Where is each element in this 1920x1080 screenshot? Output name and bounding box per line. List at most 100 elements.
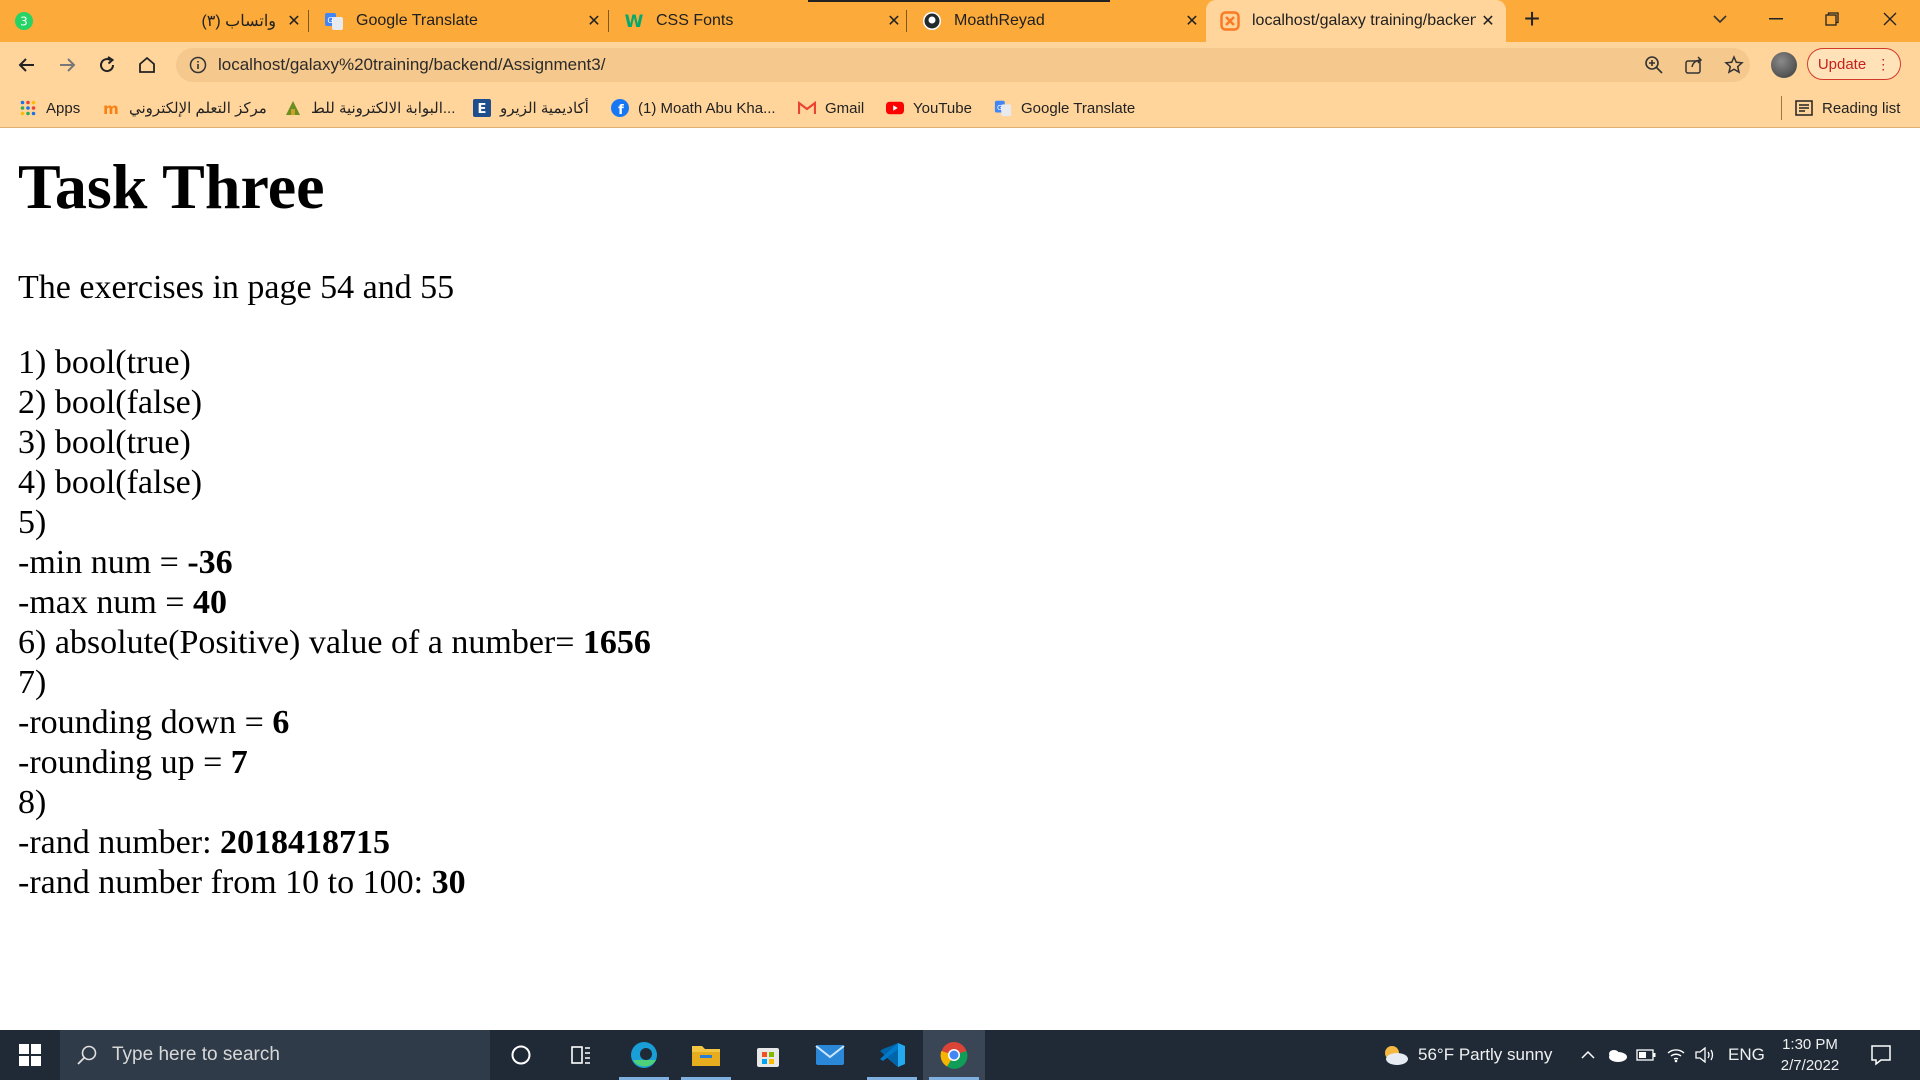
- bookmark-label: Gmail: [825, 99, 865, 117]
- close-window-button[interactable]: [1862, 0, 1918, 38]
- file-explorer-icon[interactable]: [675, 1030, 737, 1080]
- restore-button[interactable]: [1804, 0, 1860, 38]
- bookmark-google-translate[interactable]: G Google Translate: [994, 88, 1135, 128]
- xampp-icon: [1220, 11, 1240, 31]
- reading-list-label: Reading list: [1822, 99, 1901, 117]
- tab-google-translate[interactable]: G Google Translate ✕: [310, 0, 606, 42]
- update-button[interactable]: Update ⋮: [1807, 48, 1901, 80]
- url-text[interactable]: localhost/galaxy%20training/backend/Assi…: [218, 48, 605, 82]
- result-label: -max num =: [18, 584, 193, 621]
- result-line: -min num = -36: [18, 543, 1898, 583]
- reading-list-button[interactable]: Reading list: [1795, 88, 1900, 128]
- address-bar[interactable]: localhost/galaxy%20training/backend/Assi…: [176, 48, 1750, 82]
- new-tab-button[interactable]: +: [1506, 0, 1558, 38]
- result-line: 3) bool(true): [18, 423, 1898, 463]
- onedrive-icon: [1609, 1050, 1627, 1062]
- task-view-icon[interactable]: [550, 1030, 612, 1080]
- browser-toolbar: localhost/galaxy%20training/backend/Assi…: [0, 42, 1920, 88]
- bookmark-label: البوابة الالكترونية للط...: [311, 100, 456, 117]
- result-value: 40: [192, 584, 227, 621]
- result-value: 6: [272, 704, 290, 741]
- notifications-button[interactable]: [1850, 1030, 1912, 1080]
- svg-text:f: f: [618, 103, 624, 117]
- google-translate-icon: G: [994, 99, 1012, 117]
- chrome-icon[interactable]: [923, 1030, 985, 1080]
- bookmark-elearning[interactable]: m مركز التعلم الإلكتروني: [102, 88, 267, 128]
- tab-search-button[interactable]: [1692, 0, 1748, 38]
- result-label: 1) bool(true): [18, 344, 191, 381]
- bookmark-star-icon[interactable]: [1722, 53, 1746, 77]
- bookmark-gmail[interactable]: Gmail: [798, 88, 864, 128]
- google-translate-icon: G: [324, 11, 344, 31]
- info-icon[interactable]: [186, 53, 210, 77]
- page-title: Task Three: [18, 151, 325, 222]
- result-label: -rand number from 10 to 100:: [18, 864, 432, 901]
- forward-button[interactable]: [50, 48, 84, 82]
- tab-title: (٣) واتساب: [201, 13, 276, 30]
- bookmark-label: مركز التعلم الإلكتروني: [129, 100, 267, 117]
- share-icon[interactable]: [1682, 53, 1706, 77]
- close-icon[interactable]: ✕: [1180, 11, 1204, 31]
- tab-divider: [906, 10, 907, 32]
- home-button[interactable]: [130, 48, 164, 82]
- close-icon[interactable]: ✕: [1476, 11, 1500, 31]
- bookmark-youtube[interactable]: YouTube: [886, 88, 972, 128]
- minimize-icon: [1769, 18, 1783, 20]
- edge-icon[interactable]: [613, 1030, 675, 1080]
- cortana-icon[interactable]: [490, 1030, 552, 1080]
- weather-widget[interactable]: 56°F Partly sunny: [1380, 1030, 1552, 1080]
- close-window-icon: [1883, 12, 1897, 26]
- moodle-icon: m: [102, 99, 120, 117]
- forward-arrow-icon: [60, 58, 76, 72]
- microsoft-store-icon[interactable]: [737, 1030, 799, 1080]
- tab-whatsapp[interactable]: 3 (٣) واتساب ✕: [0, 0, 306, 42]
- back-button[interactable]: [10, 48, 44, 82]
- clock-date: 2/7/2022: [1780, 1057, 1840, 1074]
- result-lines: 1) bool(true) 2) bool(false) 3) bool(true)…: [18, 343, 1898, 903]
- bookmark-zero-academy[interactable]: E أكاديمية الزيرو: [473, 88, 589, 128]
- vscode-icon[interactable]: [861, 1030, 923, 1080]
- reading-list-icon: [1795, 99, 1813, 117]
- taskbar-search[interactable]: Type here to search: [60, 1030, 490, 1080]
- svg-text:G: G: [997, 103, 1003, 112]
- tab-github[interactable]: MoathReyad ✕: [908, 0, 1204, 42]
- result-value: 7: [230, 744, 248, 781]
- svg-text:W: W: [625, 12, 644, 31]
- mail-icon[interactable]: [799, 1030, 861, 1080]
- result-line: -rounding down = 6: [18, 703, 1898, 743]
- weather-text: 56°F Partly sunny: [1418, 1045, 1553, 1064]
- facebook-icon: f: [611, 99, 629, 117]
- bookmark-portal[interactable]: البوابة الالكترونية للط...: [284, 88, 455, 128]
- result-label: -rand number:: [18, 824, 221, 861]
- youtube-icon: [886, 99, 904, 117]
- volume-icon: [1695, 1047, 1714, 1063]
- bookmarks-bar: Apps m مركز التعلم الإلكتروني البوابة ال…: [0, 88, 1920, 128]
- bookmark-facebook[interactable]: f (1) Moath Abu Kha...: [611, 88, 776, 128]
- result-line: 8): [18, 783, 1898, 823]
- tab-css-fonts[interactable]: W CSS Fonts ✕: [610, 0, 906, 42]
- tab-localhost[interactable]: localhost/galaxy training/backend ✕: [1206, 0, 1506, 42]
- minimize-button[interactable]: [1748, 0, 1804, 38]
- result-value: 1656: [582, 624, 651, 661]
- result-line: 5): [18, 503, 1898, 543]
- zoom-icon[interactable]: [1642, 53, 1666, 77]
- language-indicator[interactable]: ENG: [1728, 1045, 1765, 1065]
- close-icon[interactable]: ✕: [882, 11, 906, 31]
- result-value: -36: [187, 544, 233, 581]
- result-label: -rounding down =: [18, 704, 273, 741]
- bookmark-label: أكاديمية الزيرو: [500, 100, 589, 117]
- close-icon[interactable]: ✕: [582, 11, 606, 31]
- close-icon[interactable]: ✕: [282, 11, 306, 31]
- wifi-icon: [1667, 1049, 1685, 1063]
- result-label: 7): [18, 664, 47, 701]
- tab-title: Google Translate: [356, 12, 478, 29]
- result-label: 3) bool(true): [18, 424, 191, 461]
- start-button[interactable]: [0, 1030, 60, 1080]
- bookmark-apps[interactable]: Apps: [19, 88, 80, 128]
- battery-icon: [1636, 1049, 1656, 1061]
- system-clock[interactable]: 1:30 PM 2/7/2022: [1770, 1030, 1850, 1080]
- svg-text:E: E: [478, 102, 487, 117]
- gmail-icon: [798, 99, 816, 117]
- reload-button[interactable]: [90, 48, 124, 82]
- profile-avatar[interactable]: [1771, 52, 1797, 78]
